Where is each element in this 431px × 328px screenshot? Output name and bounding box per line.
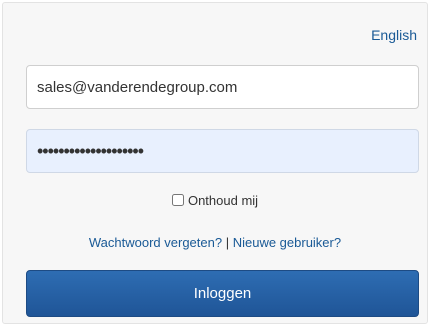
email-field[interactable] [26, 65, 419, 109]
new-user-link[interactable]: Nieuwe gebruiker? [233, 235, 341, 250]
password-field[interactable] [26, 129, 419, 173]
remember-me-checkbox[interactable] [171, 194, 184, 206]
login-button[interactable]: Inloggen [26, 270, 419, 317]
forgot-password-link[interactable]: Wachtwoord vergeten? [89, 235, 222, 250]
language-link[interactable]: English [371, 27, 417, 43]
link-separator: | [222, 235, 233, 250]
remember-me-label: Onthoud mij [187, 193, 259, 208]
account-links: Wachtwoord vergeten? | Nieuwe gebruiker? [3, 235, 427, 250]
login-panel: English Onthoud mij Wachtwoord vergeten?… [2, 2, 428, 324]
remember-me-row: Onthoud mij [3, 193, 427, 208]
